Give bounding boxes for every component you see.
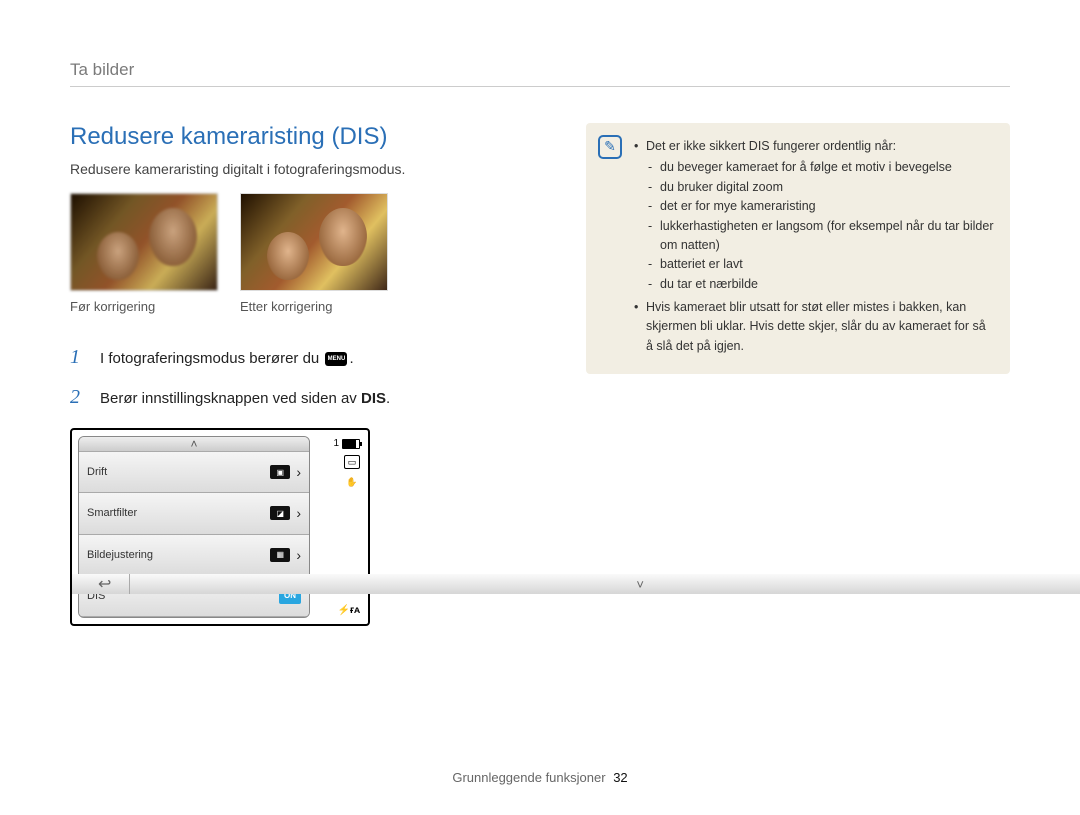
note-item: Det er ikke sikkert DIS fungerer ordentl…: [634, 137, 994, 294]
note-subitem: du tar et nærbilde: [646, 275, 994, 294]
menu-item-bildejustering[interactable]: Bildejustering ▦ ›: [79, 535, 309, 576]
dis-status-icon: ✋: [344, 475, 360, 489]
note-item: Hvis kameraet blir utsatt for støt eller…: [634, 298, 994, 356]
menu-scroll-up[interactable]: ˄: [79, 437, 309, 452]
back-button[interactable]: ↩: [80, 574, 130, 594]
chevron-right-icon: ›: [296, 547, 301, 563]
settings-menu-panel: ˄ Drift ▣ › Smartfilter ◪ › Bildejusteri…: [78, 436, 310, 618]
note-subitem: det er for mye kameraristing: [646, 197, 994, 216]
smartfilter-icon: ◪: [270, 506, 290, 520]
page-footer: Grunnleggende funksjoner 32: [0, 770, 1080, 785]
image-after-correction: [240, 193, 388, 291]
menu-item-smartfilter[interactable]: Smartfilter ◪ ›: [79, 493, 309, 534]
note-subitem: du beveger kameraet for å følge et motiv…: [646, 158, 994, 177]
aspect-icon: ▭: [344, 455, 360, 469]
info-note: ✎ Det er ikke sikkert DIS fungerer orden…: [586, 123, 1010, 374]
menu-scroll-down[interactable]: ˅: [136, 577, 310, 592]
caption-after: Etter korrigering: [240, 299, 388, 314]
note-subitem: du bruker digital zoom: [646, 178, 994, 197]
breadcrumb: Ta bilder: [70, 60, 1010, 87]
menu-icon: MENU: [325, 352, 347, 366]
chevron-right-icon: ›: [296, 464, 301, 480]
camera-screen: ˄ Drift ▣ › Smartfilter ◪ › Bildejusteri…: [70, 428, 370, 626]
chevron-up-icon: ˄: [190, 437, 197, 451]
caption-before: Før korrigering: [70, 299, 218, 314]
battery-icon: [342, 439, 360, 449]
chevron-right-icon: ›: [296, 505, 301, 521]
note-subitem: lukkerhastigheten er langsom (for eksemp…: [646, 217, 994, 256]
step-1: 1 I fotograferingsmodus berører du MENU.: [70, 342, 540, 372]
step-number: 2: [70, 382, 88, 412]
steps-list: 1 I fotograferingsmodus berører du MENU.…: [70, 342, 540, 412]
note-icon: ✎: [598, 135, 622, 159]
step-2: 2 Berør innstillingsknappen ved siden av…: [70, 382, 540, 412]
page-title: Redusere kameraristing (DIS): [70, 123, 540, 151]
drift-icon: ▣: [270, 465, 290, 479]
note-subitem: batteriet er lavt: [646, 255, 994, 274]
flash-auto-icon: ⚡ғᴀ: [337, 605, 360, 616]
shot-count: 1: [333, 438, 339, 449]
menu-item-drift[interactable]: Drift ▣ ›: [79, 452, 309, 493]
image-before-correction: [70, 193, 218, 291]
subtitle: Redusere kameraristing digitalt i fotogr…: [70, 161, 540, 177]
adjust-icon: ▦: [270, 548, 290, 562]
step-number: 1: [70, 342, 88, 372]
